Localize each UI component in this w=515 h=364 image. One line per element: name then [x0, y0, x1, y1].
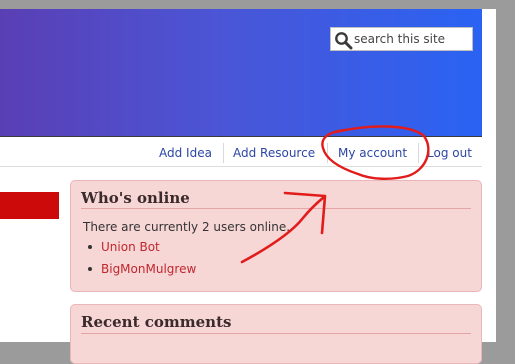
add-resource-link[interactable]: Add Resource	[233, 146, 315, 160]
user-link-bigmonmulgrew[interactable]: BigMonMulgrew	[101, 262, 196, 276]
recent-comments-title: Recent comments	[81, 313, 232, 331]
whos-online-title: Who's online	[81, 189, 190, 207]
nav-bottom-divider	[0, 166, 482, 167]
content-title-bar	[0, 192, 59, 219]
online-users-list: Union Bot BigMonMulgrew	[87, 239, 196, 283]
block-title-divider	[81, 208, 471, 209]
search-box	[330, 27, 473, 51]
list-item: Union Bot	[87, 239, 196, 261]
list-item: BigMonMulgrew	[87, 261, 196, 283]
nav-separator	[418, 143, 419, 163]
search-input[interactable]	[354, 30, 470, 48]
header-bottom-rule	[0, 136, 482, 137]
whos-online-block: Who's online There are currently 2 users…	[70, 180, 482, 292]
my-account-link[interactable]: My account	[338, 146, 407, 160]
nav-separator	[327, 143, 328, 163]
block-title-divider	[81, 333, 471, 334]
user-link-union-bot[interactable]: Union Bot	[101, 240, 160, 254]
nav-separator	[223, 143, 224, 163]
online-users-summary: There are currently 2 users online.	[83, 220, 291, 234]
secondary-nav: Add Idea Add Resource My account Log out	[153, 140, 483, 166]
search-icon[interactable]	[334, 31, 353, 50]
recent-comments-block: Recent comments	[70, 304, 482, 364]
log-out-link[interactable]: Log out	[427, 146, 472, 160]
site-header-banner	[0, 9, 482, 136]
add-idea-link[interactable]: Add Idea	[159, 146, 212, 160]
